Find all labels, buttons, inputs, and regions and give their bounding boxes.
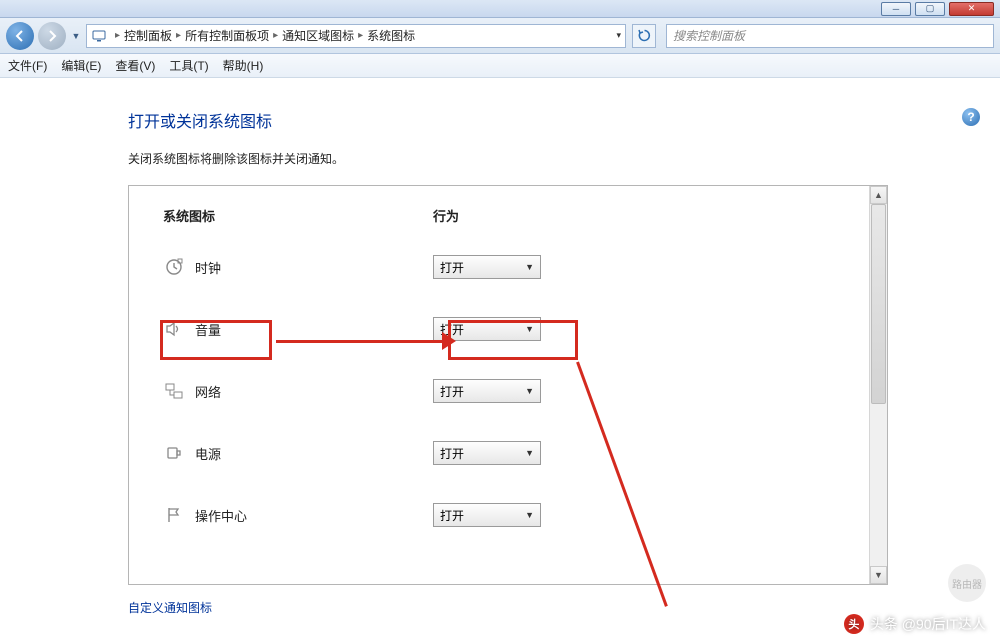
table-row: 操作中心 打开▼ bbox=[163, 499, 853, 531]
watermark-badge: 路由器 bbox=[948, 564, 986, 602]
column-header-behavior: 行为 bbox=[433, 206, 459, 225]
page-subtext: 关闭系统图标将删除该图标并关闭通知。 bbox=[128, 150, 1000, 167]
breadcrumb-item[interactable]: 控制面板 bbox=[124, 27, 172, 44]
scrollbar[interactable]: ▲ ▼ bbox=[869, 186, 887, 584]
behavior-dropdown-action-center[interactable]: 打开▼ bbox=[433, 503, 541, 527]
toutiao-icon: 头 bbox=[844, 614, 864, 634]
scroll-thumb[interactable] bbox=[871, 204, 886, 404]
minimize-button[interactable]: ─ bbox=[881, 2, 911, 16]
chevron-down-icon: ▼ bbox=[525, 324, 534, 334]
close-button[interactable]: ✕ bbox=[949, 2, 994, 16]
column-header-icon: 系统图标 bbox=[163, 206, 433, 225]
row-label: 电源 bbox=[195, 444, 433, 463]
forward-button[interactable] bbox=[38, 22, 66, 50]
table-row: 网络 打开▼ bbox=[163, 375, 853, 407]
search-input[interactable]: 搜索控制面板 bbox=[666, 24, 994, 48]
watermark: 头 头条 @90后IT达人 bbox=[844, 614, 986, 634]
breadcrumb-item[interactable]: 所有控制面板项 bbox=[185, 27, 269, 44]
breadcrumb-item[interactable]: 系统图标 bbox=[367, 27, 415, 44]
breadcrumb-sep: ▸ bbox=[115, 30, 120, 41]
scroll-up-button[interactable]: ▲ bbox=[870, 186, 887, 204]
refresh-button[interactable] bbox=[632, 24, 656, 48]
customize-link[interactable]: 自定义通知图标 bbox=[128, 599, 212, 616]
back-button[interactable] bbox=[6, 22, 34, 50]
row-label: 网络 bbox=[195, 382, 433, 401]
chevron-down-icon: ▼ bbox=[525, 262, 534, 272]
menu-help[interactable]: 帮助(H) bbox=[223, 57, 264, 74]
row-label: 操作中心 bbox=[195, 506, 433, 525]
row-label: 音量 bbox=[195, 320, 433, 339]
navigation-bar: ▼ ▸ 控制面板 ▸ 所有控制面板项 ▸ 通知区域图标 ▸ 系统图标 ▾ 搜索控… bbox=[0, 18, 1000, 54]
flag-icon bbox=[163, 504, 185, 526]
clock-icon bbox=[163, 256, 185, 278]
menu-view[interactable]: 查看(V) bbox=[115, 57, 155, 74]
chevron-down-icon: ▼ bbox=[525, 386, 534, 396]
menu-edit[interactable]: 编辑(E) bbox=[61, 57, 101, 74]
row-label: 时钟 bbox=[195, 258, 433, 277]
search-placeholder: 搜索控制面板 bbox=[673, 27, 745, 44]
scroll-down-button[interactable]: ▼ bbox=[870, 566, 887, 584]
chevron-down-icon: ▼ bbox=[525, 448, 534, 458]
power-icon bbox=[163, 442, 185, 464]
menu-file[interactable]: 文件(F) bbox=[8, 57, 47, 74]
breadcrumb-sep: ▸ bbox=[273, 30, 278, 41]
menu-tools[interactable]: 工具(T) bbox=[169, 57, 208, 74]
table-row: 电源 打开▼ bbox=[163, 437, 853, 469]
table-row: 时钟 打开▼ bbox=[163, 251, 853, 283]
maximize-button[interactable]: ▢ bbox=[915, 2, 945, 16]
breadcrumb-sep: ▸ bbox=[358, 30, 363, 41]
breadcrumb-dropdown[interactable]: ▾ bbox=[616, 30, 621, 41]
volume-icon bbox=[163, 318, 185, 340]
help-icon[interactable]: ? bbox=[962, 108, 980, 126]
table-row: 音量 打开▼ bbox=[163, 313, 853, 345]
monitor-icon bbox=[91, 28, 107, 44]
nav-history-dropdown[interactable]: ▼ bbox=[70, 22, 82, 50]
annotation-arrow-head bbox=[442, 332, 456, 350]
behavior-dropdown-clock[interactable]: 打开▼ bbox=[433, 255, 541, 279]
breadcrumb[interactable]: ▸ 控制面板 ▸ 所有控制面板项 ▸ 通知区域图标 ▸ 系统图标 ▾ bbox=[86, 24, 626, 48]
breadcrumb-sep: ▸ bbox=[176, 30, 181, 41]
behavior-dropdown-network[interactable]: 打开▼ bbox=[433, 379, 541, 403]
behavior-dropdown-power[interactable]: 打开▼ bbox=[433, 441, 541, 465]
breadcrumb-item[interactable]: 通知区域图标 bbox=[282, 27, 354, 44]
network-icon bbox=[163, 380, 185, 402]
window-titlebar: ─ ▢ ✕ bbox=[0, 0, 1000, 18]
menu-bar: 文件(F) 编辑(E) 查看(V) 工具(T) 帮助(H) bbox=[0, 54, 1000, 78]
settings-panel: 系统图标 行为 时钟 打开▼ 音量 打开▼ bbox=[128, 185, 888, 585]
content-area: ? 打开或关闭系统图标 关闭系统图标将删除该图标并关闭通知。 系统图标 行为 时… bbox=[0, 78, 1000, 617]
page-title: 打开或关闭系统图标 bbox=[128, 108, 1000, 132]
chevron-down-icon: ▼ bbox=[525, 510, 534, 520]
annotation-arrow bbox=[276, 340, 448, 343]
